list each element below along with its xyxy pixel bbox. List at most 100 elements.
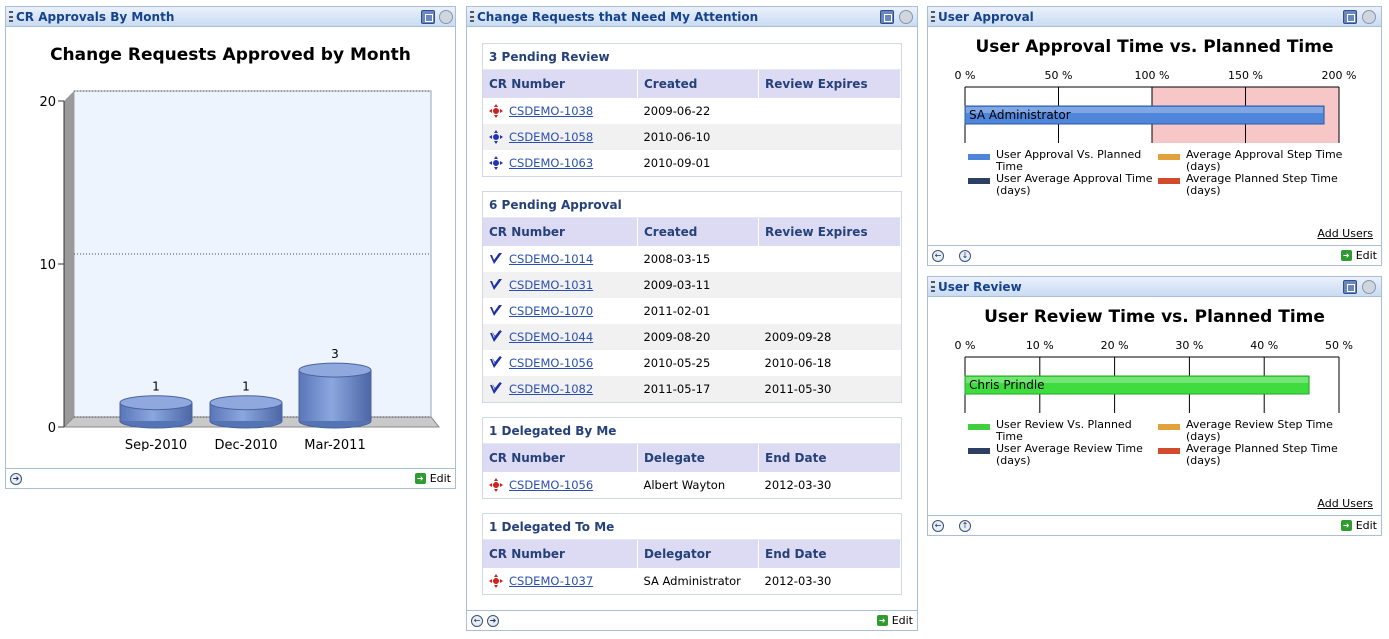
legend-item: User Review Vs. Planned Time — [968, 419, 1153, 443]
portlet-footer: ← ➜ ➜ Edit — [467, 610, 917, 630]
add-users-link[interactable]: Add Users — [1317, 497, 1373, 510]
collapse-arrow-icon[interactable]: ← — [932, 250, 944, 262]
section-header: 6 Pending Approval — [483, 192, 901, 218]
column-header[interactable]: CR Number — [483, 540, 638, 568]
add-users-link[interactable]: Add Users — [1317, 227, 1373, 240]
approval-check-icon — [489, 304, 503, 318]
portlet-header[interactable]: User Review — [928, 277, 1381, 297]
legend-label: Average Planned Step Time (days) — [1186, 172, 1338, 197]
column-header[interactable]: Created — [637, 218, 760, 246]
approval-check-icon — [489, 252, 503, 266]
column-header[interactable]: Created — [637, 70, 760, 98]
x-tick-label: 30 % — [1175, 339, 1203, 352]
expand-arrow-icon[interactable]: ➜ — [487, 615, 499, 627]
portlet-header[interactable]: User Approval — [928, 7, 1381, 27]
cr-link[interactable]: CSDEMO-1038 — [509, 104, 593, 118]
edit-button[interactable]: ➜ Edit — [1340, 519, 1377, 532]
legend-label: Average Review Step Time (days) — [1186, 418, 1333, 443]
edit-button[interactable]: ➜ Edit — [1340, 249, 1377, 262]
data-label: 3 — [331, 347, 339, 361]
chart-bar[interactable] — [119, 395, 193, 429]
column-header[interactable]: End Date — [758, 444, 901, 472]
table-row: CSDEMO-1056 Albert Wayton 2012-03-30 — [483, 472, 901, 498]
chart-bar[interactable] — [298, 362, 372, 429]
cr-link[interactable]: CSDEMO-1058 — [509, 130, 593, 144]
edit-icon: ➜ — [1340, 520, 1352, 531]
close-icon[interactable] — [439, 10, 453, 24]
cr-link[interactable]: CSDEMO-1044 — [509, 330, 593, 344]
second-cell: Albert Wayton — [643, 478, 726, 492]
legend-swatch — [1158, 424, 1180, 430]
move-up-icon[interactable]: ↑ — [959, 520, 971, 532]
chart-legend: User Approval Vs. Planned Time Average Ap… — [968, 149, 1378, 209]
drag-grip-icon[interactable] — [9, 11, 13, 22]
cr-table: CR Number Created Review Expires CSDEMO-103… — [483, 70, 901, 176]
approvals-bar-chart: 0 10 20 1 Sep-2010 1 Dec-2010 3 Mar-2011 — [39, 90, 441, 451]
close-icon[interactable] — [899, 10, 913, 24]
expand-arrow-icon[interactable]: ➜ — [10, 473, 22, 485]
collapse-arrow-icon[interactable]: ← — [471, 615, 483, 627]
x-tick-label: 100 % — [1135, 69, 1170, 82]
configure-icon[interactable] — [421, 10, 435, 24]
x-tick-label: 10 % — [1026, 339, 1054, 352]
third-cell — [759, 150, 901, 176]
second-cell: 2010-05-25 — [643, 356, 711, 370]
column-header[interactable]: CR Number — [483, 218, 638, 246]
edit-button[interactable]: ➜ Edit — [876, 614, 913, 627]
edit-button[interactable]: ➜ Edit — [414, 472, 451, 485]
drag-grip-icon[interactable] — [470, 11, 474, 22]
y-tick-label: 10 — [39, 258, 56, 273]
column-header[interactable]: Review Expires — [758, 70, 901, 98]
cr-link[interactable]: CSDEMO-1037 — [509, 574, 593, 588]
cr-link[interactable]: CSDEMO-1063 — [509, 156, 593, 170]
legend-label: User Review Vs. Planned Time — [996, 418, 1132, 443]
legend-swatch — [1158, 154, 1180, 160]
close-icon[interactable] — [1362, 10, 1376, 24]
column-header[interactable]: Delegate — [637, 444, 760, 472]
cr-link[interactable]: CSDEMO-1056 — [509, 356, 593, 370]
column-header[interactable]: End Date — [758, 540, 901, 568]
move-down-icon[interactable]: ↓ — [959, 250, 971, 262]
portlet-footer: ➜ ➜ Edit — [6, 468, 455, 488]
cr-section: 1 Delegated By Me CR Number Delegate End Da… — [482, 417, 902, 499]
x-tick-label: 200 % — [1322, 69, 1357, 82]
approval-check-icon — [489, 278, 503, 292]
third-cell — [759, 246, 901, 272]
second-cell: 2009-03-11 — [637, 272, 759, 298]
cr-link[interactable]: CSDEMO-1056 — [509, 478, 593, 492]
drag-grip-icon[interactable] — [931, 11, 935, 22]
user-review-portlet: User Review User Review Time vs. Planned… — [927, 276, 1382, 536]
bar-label: SA Administrator — [969, 108, 1071, 122]
chart-bar[interactable] — [209, 395, 283, 429]
cr-link[interactable]: CSDEMO-1014 — [509, 252, 593, 266]
cr-link[interactable]: CSDEMO-1031 — [509, 278, 593, 292]
second-cell: 2009-06-22 — [643, 104, 711, 118]
approval-double-check-icon — [489, 356, 503, 370]
third-cell — [758, 124, 901, 150]
column-header[interactable]: Review Expires — [758, 218, 901, 246]
cr-link[interactable]: CSDEMO-1082 — [509, 382, 593, 396]
portlet-header[interactable]: CR Approvals By Month — [6, 7, 455, 27]
configure-icon[interactable] — [880, 10, 894, 24]
portlet-header[interactable]: Change Requests that Need My Attention — [467, 7, 917, 27]
cr-number-cell: CSDEMO-1014 — [483, 246, 637, 272]
configure-icon[interactable] — [1343, 10, 1357, 24]
user-review-chart: 0 % 10 % 20 % 30 % 40 % 50 % Chris Prindle — [955, 339, 1353, 413]
x-tick-label: 20 % — [1101, 339, 1129, 352]
cr-number-cell: CSDEMO-1058 — [483, 124, 638, 150]
review-blue-icon — [489, 130, 503, 145]
drag-grip-icon[interactable] — [931, 281, 935, 292]
third-cell — [759, 298, 901, 324]
column-header[interactable]: Delegator — [637, 540, 760, 568]
cr-link[interactable]: CSDEMO-1070 — [509, 304, 593, 318]
chart-title: User Review Time vs. Planned Time — [984, 307, 1325, 327]
portlet-title: CR Approvals By Month — [16, 10, 175, 24]
column-header[interactable]: CR Number — [483, 444, 638, 472]
legend-swatch — [1158, 448, 1180, 454]
close-icon[interactable] — [1362, 280, 1376, 294]
portlet-title: User Approval — [938, 10, 1034, 24]
configure-icon[interactable] — [1343, 280, 1357, 294]
collapse-arrow-icon[interactable]: ← — [932, 520, 944, 532]
column-header[interactable]: CR Number — [483, 70, 638, 98]
table-row: CSDEMO-1070 2011-02-01 — [483, 298, 901, 324]
